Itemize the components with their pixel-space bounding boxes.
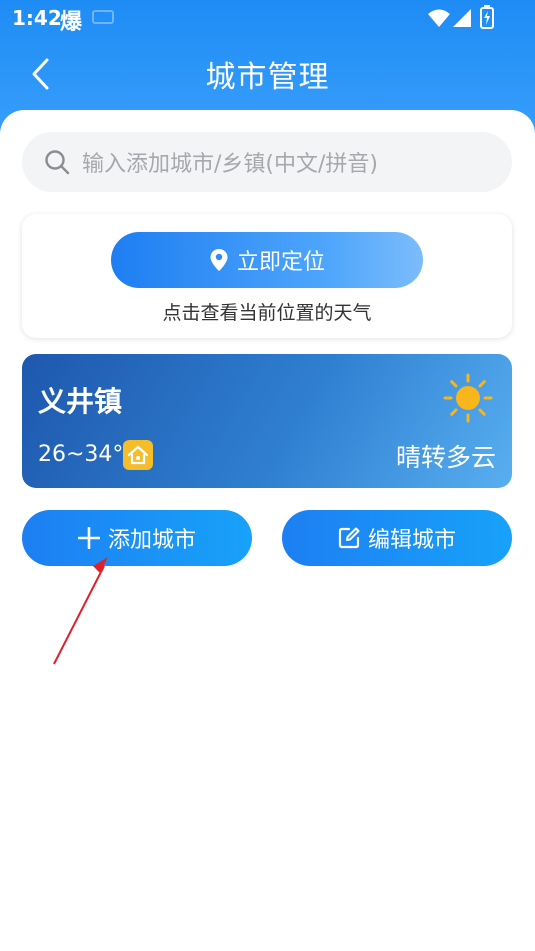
city-name: 义井镇	[38, 385, 123, 418]
add-city-button[interactable]: 添加城市	[22, 510, 252, 566]
locate-card: 立即定位 点击查看当前位置的天气	[22, 214, 512, 338]
battery-icon	[480, 5, 494, 34]
navigation-bar: 城市管理	[0, 40, 535, 108]
sun-icon	[442, 372, 494, 428]
signal-icon	[452, 8, 472, 33]
plus-icon	[77, 527, 100, 549]
locate-hint: 点击查看当前位置的天气	[162, 302, 372, 324]
main-content: 输入添加城市/乡镇(中文/拼音) 立即定位 点击查看当前位置的天气 义井镇 26…	[0, 110, 535, 951]
locate-now-button[interactable]: 立即定位	[111, 232, 423, 288]
status-bar: 1:42 爆	[0, 0, 535, 36]
status-time: 1:42	[12, 6, 62, 30]
wifi-icon	[428, 8, 450, 33]
app-notification-icon: 爆	[60, 10, 83, 35]
location-pin-icon	[210, 249, 228, 271]
city-temperature: 26~34°	[38, 442, 124, 467]
edit-icon	[338, 527, 360, 549]
city-card[interactable]: 义井镇 26~34° 晴转多云	[22, 354, 512, 488]
add-city-label: 添加城市	[107, 528, 196, 553]
search-placeholder: 输入添加城市/乡镇(中文/拼音)	[82, 152, 378, 177]
notification-dim-icon	[92, 10, 114, 24]
home-icon	[123, 440, 153, 470]
locate-now-label: 立即定位	[236, 250, 325, 275]
page-title: 城市管理	[205, 60, 330, 95]
edit-city-button[interactable]: 编辑城市	[282, 510, 512, 566]
search-input[interactable]: 输入添加城市/乡镇(中文/拼音)	[22, 132, 512, 192]
city-weather: 晴转多云	[395, 443, 496, 472]
search-icon	[45, 150, 70, 175]
edit-city-label: 编辑城市	[367, 528, 456, 553]
